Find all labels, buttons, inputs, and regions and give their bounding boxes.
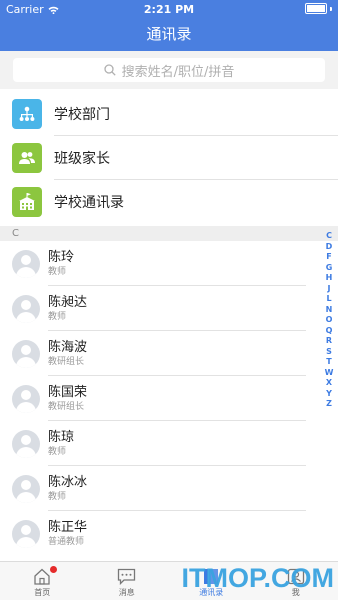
index-letter[interactable]: L bbox=[326, 294, 331, 305]
contact-role: 教研组长 bbox=[48, 356, 85, 367]
contact-name: 陈琼 bbox=[48, 429, 75, 445]
school-icon bbox=[12, 187, 42, 217]
index-letter[interactable]: W bbox=[325, 368, 334, 379]
index-letter[interactable]: F bbox=[326, 252, 331, 263]
index-letter[interactable]: S bbox=[326, 347, 332, 358]
page-title: 通讯录 bbox=[146, 25, 192, 43]
index-letter[interactable]: H bbox=[326, 273, 333, 284]
index-letter[interactable]: Y bbox=[326, 389, 332, 400]
search-icon bbox=[103, 64, 116, 76]
avatar bbox=[12, 429, 40, 458]
battery-icon bbox=[305, 3, 332, 14]
entry-label: 学校部门 bbox=[54, 107, 110, 123]
search-area: 搜索姓名/职位/拼音 bbox=[0, 51, 338, 89]
contact-row[interactable]: 陈海波 教研组长 bbox=[0, 331, 338, 376]
contact-list: 陈玲 教师 陈昶达 教师 陈海波 教研组长 陈国荣 教研组长 陈琼 教师 陈冰冰 教师 陈正… bbox=[0, 241, 338, 556]
contact-row[interactable]: 陈国荣 教研组长 bbox=[0, 376, 338, 421]
home-icon bbox=[34, 568, 50, 585]
nav-bar: 通讯录 bbox=[0, 20, 338, 51]
org-chart-icon bbox=[12, 99, 42, 129]
index-letter[interactable]: G bbox=[326, 263, 333, 274]
tab-home[interactable]: 首页 bbox=[0, 562, 85, 600]
contact-role: 普通教师 bbox=[48, 536, 85, 547]
tab-messages[interactable]: 消息 bbox=[85, 562, 170, 600]
tab-label: 消息 bbox=[118, 588, 135, 597]
contact-role: 教师 bbox=[48, 446, 67, 457]
contact-row[interactable]: 陈冰冰 教师 bbox=[0, 466, 338, 511]
tab-label: 首页 bbox=[34, 588, 51, 597]
contact-name: 陈国荣 bbox=[48, 384, 88, 400]
avatar bbox=[12, 384, 40, 413]
contact-row[interactable]: 陈琼 教师 bbox=[0, 421, 338, 466]
index-letter[interactable]: Z bbox=[326, 399, 332, 410]
contact-role: 教师 bbox=[48, 491, 67, 502]
index-letter[interactable]: R bbox=[326, 336, 332, 347]
contact-role: 教师 bbox=[48, 266, 67, 277]
contact-name: 陈玲 bbox=[48, 249, 75, 265]
contact-row[interactable]: 陈正华 普通教师 bbox=[0, 511, 338, 556]
contact-role: 教研组长 bbox=[48, 401, 85, 412]
index-letter[interactable]: T bbox=[326, 357, 331, 368]
search-placeholder: 搜索姓名/职位/拼音 bbox=[121, 64, 235, 80]
alphabet-index[interactable]: C D F G H J L N O Q R S T W X Y Z bbox=[323, 231, 335, 410]
contacts-icon bbox=[12, 143, 42, 173]
avatar bbox=[12, 339, 40, 368]
notification-badge bbox=[50, 566, 58, 573]
entry-list: 学校部门 班级家长 学校通讯录 bbox=[0, 92, 338, 224]
index-letter[interactable]: C bbox=[326, 231, 332, 242]
contact-name: 陈昶达 bbox=[48, 294, 88, 310]
entry-label: 班级家长 bbox=[54, 151, 110, 167]
section-letter: C bbox=[12, 228, 19, 239]
contact-row[interactable]: 陈玲 教师 bbox=[0, 241, 338, 286]
avatar bbox=[12, 474, 40, 503]
index-letter[interactable]: O bbox=[326, 315, 333, 326]
index-letter[interactable]: X bbox=[326, 378, 332, 389]
contact-name: 陈海波 bbox=[48, 339, 88, 355]
message-icon bbox=[118, 568, 136, 585]
index-letter[interactable]: Q bbox=[326, 326, 333, 337]
contact-name: 陈冰冰 bbox=[48, 474, 88, 490]
search-input[interactable]: 搜索姓名/职位/拼音 bbox=[13, 58, 325, 82]
watermark: ITMOP.COM bbox=[181, 563, 334, 593]
contact-role: 教师 bbox=[48, 311, 67, 322]
status-bar: Carrier 2:21 PM bbox=[0, 0, 338, 20]
index-letter[interactable]: N bbox=[326, 305, 333, 316]
section-header-c: C bbox=[0, 226, 338, 241]
contact-name: 陈正华 bbox=[48, 519, 88, 535]
avatar bbox=[12, 249, 40, 278]
entry-school-departments[interactable]: 学校部门 bbox=[0, 92, 338, 136]
index-letter[interactable]: D bbox=[326, 242, 333, 253]
entry-school-directory[interactable]: 学校通讯录 bbox=[0, 180, 338, 224]
index-letter[interactable]: J bbox=[328, 284, 331, 295]
status-time: 2:21 PM bbox=[143, 3, 195, 16]
avatar bbox=[12, 519, 40, 548]
contact-row[interactable]: 陈昶达 教师 bbox=[0, 286, 338, 331]
entry-class-parents[interactable]: 班级家长 bbox=[0, 136, 338, 180]
entry-label: 学校通讯录 bbox=[54, 195, 124, 211]
avatar bbox=[12, 294, 40, 323]
